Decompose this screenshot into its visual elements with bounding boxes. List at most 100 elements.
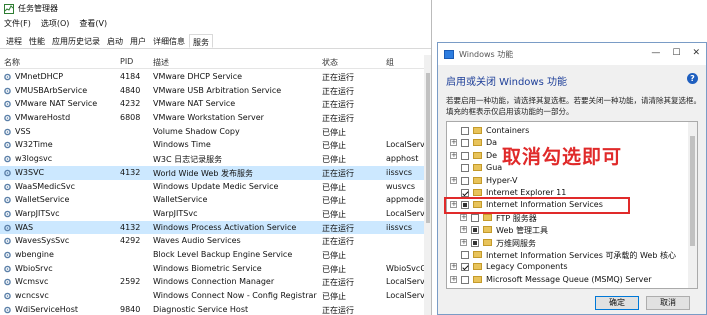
service-status: 正在运行 — [322, 278, 354, 288]
service-name: WdiServiceHost — [15, 304, 78, 314]
menu-options[interactable]: 选项(O) — [41, 18, 70, 32]
tab-details[interactable]: 详细信息 — [150, 34, 188, 48]
service-name: WarpJITSvc — [15, 208, 60, 218]
service-status: 正在运行 — [322, 305, 354, 315]
expand-icon[interactable]: + — [450, 139, 457, 147]
feature-item[interactable]: Containers — [447, 125, 689, 137]
table-row[interactable]: WAS 4132 Windows Process Activation Servic… — [0, 220, 424, 235]
column-header-pid[interactable]: PID — [120, 57, 133, 66]
feature-item[interactable]: + Legacy Components — [447, 261, 689, 273]
feature-item[interactable]: + Web 管理工具 — [447, 224, 689, 236]
tab-processes[interactable]: 进程 — [3, 34, 25, 48]
service-group: iissvcs — [386, 167, 413, 177]
table-row[interactable]: Wcmsvc 2592 Windows Connection Manager 正在运行… — [0, 275, 425, 289]
tree-scrollbar[interactable] — [688, 122, 697, 288]
service-pid: 4184 — [120, 72, 141, 81]
service-group: LocalServ — [386, 291, 425, 300]
expand-icon[interactable]: + — [450, 176, 457, 184]
ok-button[interactable]: 确定 — [595, 296, 639, 310]
expand-icon[interactable]: + — [460, 213, 467, 221]
folder-icon — [483, 213, 492, 221]
minimize-icon[interactable]: — — [651, 48, 660, 58]
table-row[interactable]: WarpJITSvc WarpJITSvc 已停止 LocalServ — [0, 207, 425, 221]
scrollbar-thumb[interactable] — [426, 73, 430, 223]
expand-icon[interactable]: + — [450, 263, 457, 271]
cancel-button[interactable]: 取消 — [646, 296, 690, 310]
table-row[interactable]: WbioSrvc Windows Biometric Service 已停止 Wbio… — [0, 262, 426, 276]
expand-icon[interactable]: + — [460, 226, 467, 234]
tab-users[interactable]: 用户 — [127, 34, 149, 48]
feature-item[interactable]: + 万维网服务 — [447, 237, 689, 249]
service-name: VSS — [15, 126, 31, 136]
table-row[interactable]: VMnetDHCP 4184 VMware DHCP Service 正在运行 — [0, 70, 424, 84]
service-pid: 4132 — [120, 167, 141, 177]
tab-services[interactable]: 服务 — [189, 34, 213, 48]
services-table-header: 名称 PID 描述 状态 组 — [0, 55, 431, 69]
feature-checkbox[interactable] — [461, 275, 469, 284]
column-header-description[interactable]: 描述 — [153, 57, 169, 68]
feature-checkbox[interactable] — [471, 226, 479, 235]
feature-label: Hyper-V — [486, 175, 518, 185]
menu-view[interactable]: 查看(V) — [79, 18, 107, 32]
maximize-icon[interactable]: ☐ — [672, 48, 680, 58]
feature-checkbox[interactable] — [461, 127, 469, 135]
tab-app-history[interactable]: 应用历史记录 — [49, 34, 103, 48]
feature-item[interactable]: Internet Information Services 可承载的 Web 核… — [447, 249, 689, 261]
table-row[interactable]: VMUSBArbService 4840 VMware USB Arbitratio… — [0, 84, 424, 98]
expand-icon[interactable]: + — [450, 151, 457, 159]
table-row[interactable]: VMware NAT Service 4232 VMware NAT Service… — [0, 97, 424, 111]
service-status: 已停止 — [322, 209, 346, 219]
feature-checkbox[interactable] — [461, 263, 469, 272]
service-gear-icon — [4, 292, 11, 300]
column-header-name[interactable]: 名称 — [4, 57, 20, 68]
folder-icon — [473, 127, 482, 134]
feature-item[interactable]: + Microsoft Message Queue (MSMQ) Server — [447, 274, 689, 286]
service-description: Windows Update Medic Service — [153, 181, 279, 191]
close-icon[interactable]: ✕ — [692, 48, 700, 58]
table-row[interactable]: VMwareHostd 6808 VMware Workstation Server… — [0, 111, 424, 125]
expand-icon[interactable]: + — [450, 275, 457, 283]
dialog-title: Windows 功能 — [459, 49, 514, 59]
table-row[interactable]: w3logsvc W3C 日志记录服务 已停止 apphost — [0, 152, 424, 166]
column-header-status[interactable]: 状态 — [322, 57, 338, 68]
table-row[interactable]: WavesSysSvc 4292 Waves Audio Services 正在运行 — [0, 234, 424, 248]
services-table-body: VMnetDHCP 4184 VMware DHCP Service 正在运行 VMUS… — [0, 70, 426, 315]
service-description: WarpJITSvc — [153, 208, 198, 218]
table-row[interactable]: W32Time Windows Time 已停止 LocalServ — [0, 138, 425, 152]
table-row[interactable]: VSS Volume Shadow Copy 已停止 — [0, 125, 424, 139]
vertical-scrollbar[interactable] — [424, 55, 431, 315]
feature-checkbox[interactable] — [461, 176, 469, 185]
feature-checkbox[interactable] — [461, 189, 469, 197]
service-status: 已停止 — [322, 196, 346, 206]
service-gear-icon — [4, 155, 11, 163]
feature-checkbox[interactable] — [471, 238, 479, 247]
feature-checkbox[interactable] — [461, 251, 469, 259]
dialog-title-bar: Windows 功能 — ☐ ✕ — [438, 43, 706, 65]
table-row[interactable]: WdiServiceHost 9840 Diagnostic Service Hos… — [0, 303, 424, 315]
tab-startup[interactable]: 启动 — [104, 34, 126, 48]
expand-icon[interactable]: + — [460, 238, 467, 246]
table-row[interactable]: WaaSMedicSvc Windows Update Medic Service… — [0, 180, 424, 194]
feature-checkbox[interactable] — [461, 151, 469, 160]
column-header-group[interactable]: 组 — [386, 57, 394, 68]
service-description: World Wide Web 发布服务 — [153, 168, 253, 178]
table-row[interactable]: W3SVC 4132 World Wide Web 发布服务 正在运行 iissvcs — [0, 165, 424, 180]
help-icon[interactable]: ? — [687, 73, 698, 84]
dialog-description: 若要启用一种功能，请选择其复选框。若要关闭一种功能，请清除其复选框。填充的框表示… — [446, 96, 701, 116]
feature-checkbox[interactable] — [461, 164, 469, 173]
feature-checkbox[interactable] — [471, 213, 479, 222]
table-row[interactable]: WalletService WalletService 已停止 appmode — [0, 193, 424, 207]
table-row[interactable]: wcncsvc Windows Connect Now - Config Regi… — [0, 289, 425, 303]
menu-file[interactable]: 文件(F) — [4, 18, 31, 32]
feature-item[interactable]: + Hyper-V — [447, 175, 689, 187]
service-description: Windows Connect Now - Config Registrar — [153, 291, 317, 300]
table-row[interactable]: wbengine Block Level Backup Engine Servic… — [0, 248, 424, 262]
folder-icon — [473, 139, 482, 147]
feature-checkbox[interactable] — [461, 139, 469, 148]
service-name: WbioSrvc — [15, 263, 53, 273]
service-name: W32Time — [15, 140, 53, 150]
service-gear-icon — [4, 169, 11, 177]
tab-performance[interactable]: 性能 — [26, 34, 48, 48]
feature-label: Legacy Components — [486, 262, 568, 272]
tree-scrollbar-thumb[interactable] — [690, 136, 695, 246]
